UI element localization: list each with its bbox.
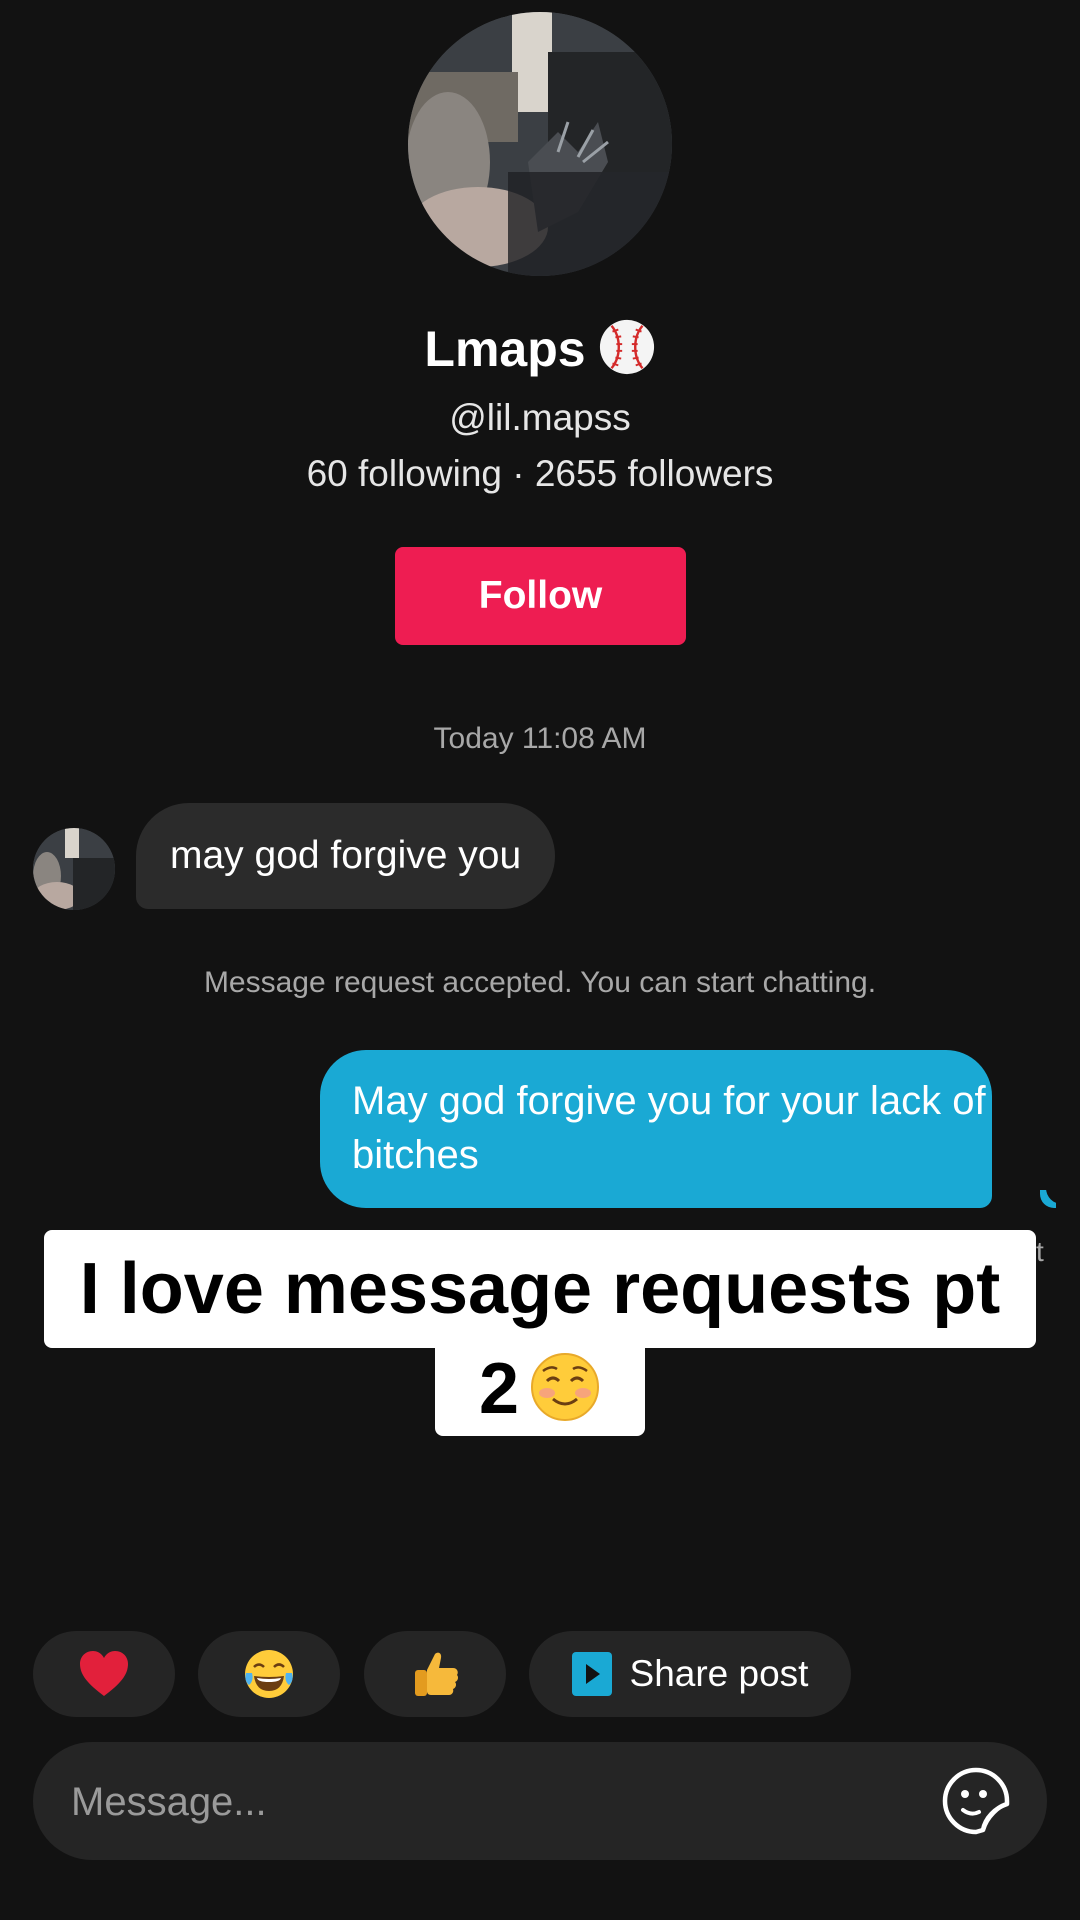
baseball-icon — [599, 319, 654, 375]
profile-avatar[interactable] — [408, 12, 672, 276]
message-input[interactable] — [69, 1742, 933, 1862]
share-post-icon — [571, 1652, 612, 1696]
follow-button[interactable]: Follow — [395, 547, 686, 645]
smiling-face-icon — [531, 1353, 600, 1421]
quick-reaction-thumbs-up[interactable] — [364, 1631, 506, 1717]
message-composer — [33, 1742, 1047, 1862]
profile-handle: @lil.mapss — [449, 397, 631, 438]
share-post-button[interactable]: Share post — [529, 1631, 851, 1717]
sender-avatar[interactable] — [33, 828, 115, 910]
thumbs-up-icon — [415, 1652, 459, 1696]
quick-reaction-heart[interactable] — [33, 1631, 175, 1717]
tears-of-joy-icon — [245, 1650, 293, 1698]
message-status-text: t — [1036, 1236, 1044, 1267]
sent-message-bubble[interactable]: May god forgive you for your lack of bit… — [320, 1050, 992, 1208]
overlay-caption-line2: 2 — [435, 1346, 645, 1436]
profile-name: Lmaps — [424, 321, 586, 377]
received-message-bubble[interactable]: may god forgive you — [136, 803, 556, 909]
profile-name-row: Lmaps — [0, 318, 1080, 378]
sender-photo-image — [33, 828, 115, 910]
request-accepted-note: Message request accepted. You can start … — [203, 966, 877, 999]
overlay-caption-line1: I love message requests pt — [44, 1230, 1036, 1348]
message-timestamp: Today 11:08 AM — [433, 722, 647, 755]
overlay-caption-text: 2 — [478, 1349, 520, 1429]
sticker-icon[interactable] — [941, 1766, 1011, 1836]
share-post-label: Share post — [629, 1653, 809, 1694]
profile-photo-image — [408, 12, 672, 276]
profile-stats: 60 following · 2655 followers — [306, 453, 774, 494]
quick-reaction-laugh[interactable] — [198, 1631, 340, 1717]
chat-screen: Lmaps @lil.mapss 60 following · 2655 fol… — [0, 0, 1080, 1920]
heart-icon — [80, 1651, 128, 1696]
